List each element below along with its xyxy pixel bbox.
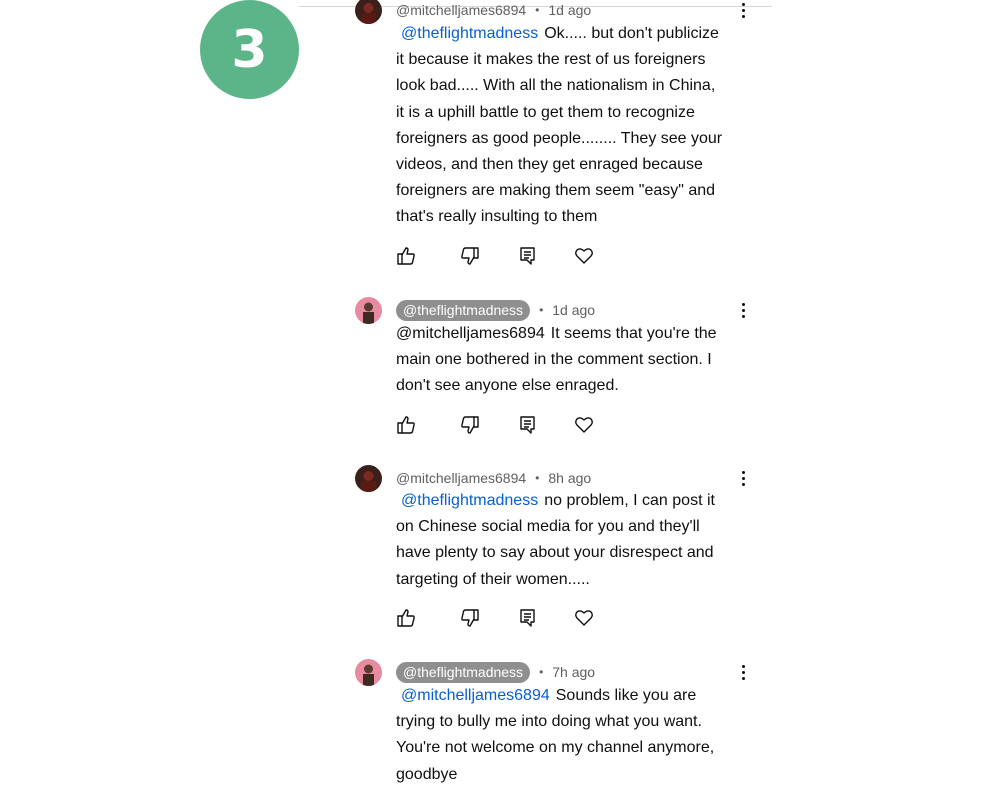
more-vert-icon[interactable] [735,467,751,489]
comment-line: that's really insulting to them [396,208,598,226]
comment-line: Sounds like you are [555,687,697,704]
more-vert-icon[interactable] [735,661,751,683]
mention-link[interactable]: @theflightmadness [401,492,538,509]
comment-author[interactable]: @mitchelljames6894 [396,470,526,486]
thumbs-up-icon[interactable] [396,415,416,435]
separator-dot: • [535,471,540,485]
reply-icon[interactable] [518,415,538,435]
comment-meta: @theflightmadness • 1d ago [396,297,595,323]
separator-dot: • [539,665,544,679]
comment-line: it because it makes the rest of us forei… [396,51,706,69]
comment-meta: @mitchelljames6894 • 1d ago [396,0,591,23]
comment-line: no problem, I can post it [544,492,715,509]
comment-text: @mitchelljames6894 Sounds like you are tr… [396,683,751,788]
heart-icon[interactable] [574,246,594,266]
comment-line: look bad..... With all the nationalism i… [396,77,716,95]
thumbs-down-icon[interactable] [460,246,480,266]
comment-line: have plenty to say about your disrespect… [396,544,714,562]
thumbs-down-icon[interactable] [460,415,480,435]
heart-icon[interactable] [574,608,594,628]
avatar[interactable] [355,465,382,492]
thumbs-up-icon[interactable] [396,608,416,628]
comment-age: 8h ago [548,470,592,486]
comment-author[interactable]: @mitchelljames6894 [396,2,526,18]
heart-icon[interactable] [574,415,594,435]
comment-line: goodbye [396,765,458,783]
more-vert-icon[interactable] [735,0,751,21]
comment-text: @mitchelljames6894 It seems that you're t… [396,321,751,400]
comment-line: You're not welcome on my channel anymore… [396,739,715,757]
comment-line: foreigners are making them seem "easy" a… [396,182,716,200]
comment-line: don't see anyone else enraged. [396,377,619,395]
comment-line: videos, and then they get enraged becaus… [396,156,703,174]
comment-meta: @theflightmadness • 7h ago [396,659,595,685]
comment-age: 1d ago [552,302,596,318]
step-number: 3 [231,19,268,80]
comment-line: on Chinese social media for you and they… [396,518,700,536]
avatar[interactable] [355,297,382,324]
comment-line: targeting of their women..... [396,570,590,588]
thumbs-down-icon[interactable] [460,608,480,628]
comment-text: @theflightmadness Ok..... but don't publi… [396,21,751,231]
avatar[interactable] [355,0,382,24]
reply-icon[interactable] [518,246,538,266]
avatar[interactable] [355,659,382,686]
comment-line: main one bothered in the comment section… [396,351,712,369]
thumbs-up-icon[interactable] [396,246,416,266]
comment-line: It seems that you're the [550,325,717,342]
comment-line: Ok..... but don't publicize [544,25,719,42]
separator-dot: • [535,3,540,17]
mention-text: @mitchelljames6894 [396,325,545,342]
reply-icon[interactable] [518,608,538,628]
mention-link[interactable]: @mitchelljames6894 [401,687,550,704]
separator-dot: • [539,303,544,317]
step-number-badge: 3 [200,0,299,99]
comment-age: 7h ago [552,664,596,680]
comment-line: it is a uphill battle to get them to rec… [396,103,695,121]
mention-link[interactable]: @theflightmadness [401,25,538,42]
comment-text: @theflightmadness no problem, I can post … [396,488,751,593]
comment-actions [396,608,596,628]
more-vert-icon[interactable] [735,299,751,321]
comment-line: trying to bully me into doing what you w… [396,713,702,731]
comment-age: 1d ago [548,2,592,18]
comment-author[interactable]: @theflightmadness [396,661,531,683]
comment-actions [396,246,596,266]
comment-line: foreigners as good people........ They s… [396,129,723,147]
comment-actions [396,415,596,435]
comment-author[interactable]: @theflightmadness [396,299,531,321]
